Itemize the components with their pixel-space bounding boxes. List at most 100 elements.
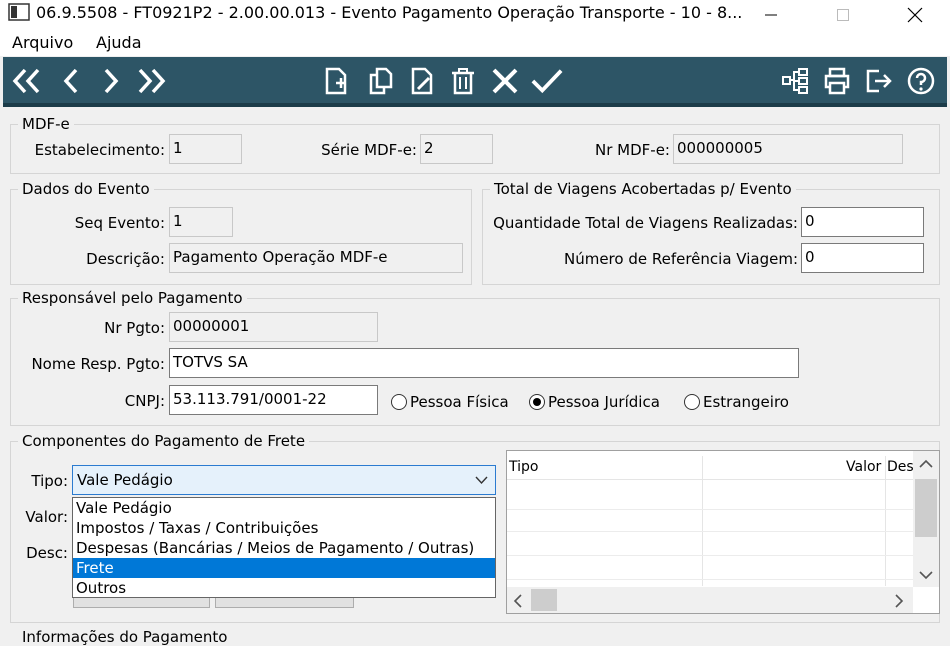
maximize-icon [837, 9, 849, 21]
chevron-left-icon [63, 68, 78, 94]
grid-row-line [507, 579, 913, 580]
minimize-icon [765, 14, 777, 16]
evento-legend: Dados do Evento [18, 180, 154, 198]
chevron-right-icon [104, 68, 119, 94]
exit-icon [866, 69, 892, 93]
next-record-button[interactable] [95, 65, 127, 97]
radio-estrangeiro[interactable]: Estrangeiro [684, 393, 789, 411]
serie-mdfe-label: Série MDF-e: [321, 141, 417, 159]
grid-horizontal-scrollbar[interactable] [507, 587, 913, 613]
grid-header-valor[interactable]: Valor [846, 459, 881, 475]
scroll-right-icon[interactable] [895, 594, 904, 608]
x-icon [492, 68, 518, 94]
nr-mdfe-field[interactable]: 000000005 [673, 134, 903, 164]
scroll-up-icon[interactable] [919, 459, 933, 468]
tipo-option[interactable]: Outros [73, 578, 495, 598]
tipo-label: Tipo: [31, 472, 68, 490]
componentes-legend: Componentes do Pagamento de Frete [18, 432, 310, 450]
radio-pessoa-fisica-label: Pessoa Física [410, 393, 509, 411]
grid-row-line [507, 509, 913, 510]
grid-row-line [507, 531, 913, 532]
tree-icon [782, 68, 808, 94]
window-title: 06.9.5508 - FT0921P2 - 2.00.00.013 - Eve… [36, 3, 743, 22]
qtd-viagens-input[interactable]: 0 [801, 207, 924, 237]
close-window-button[interactable] [892, 0, 938, 30]
horizontal-scroll-thumb[interactable] [531, 589, 557, 611]
cancel-button[interactable] [489, 65, 521, 97]
help-icon [907, 67, 935, 95]
new-record-button[interactable] [321, 65, 353, 97]
serie-mdfe-field[interactable]: 2 [420, 134, 493, 164]
help-button[interactable] [905, 65, 937, 97]
delete-record-button[interactable] [447, 65, 479, 97]
radio-circle [684, 394, 700, 410]
grid-col-divider [885, 456, 886, 586]
previous-record-button[interactable] [55, 65, 87, 97]
grid-row-line [507, 555, 913, 556]
vertical-scroll-thumb[interactable] [915, 479, 937, 537]
confirm-button[interactable] [531, 65, 563, 97]
last-record-button[interactable] [135, 65, 167, 97]
grid-header-tipo[interactable]: Tipo [509, 459, 538, 475]
qtd-viagens-label: Quantidade Total de Viagens Realizadas: [493, 214, 798, 232]
nr-mdfe-label: Nr MDF-e: [595, 141, 670, 159]
descricao-field[interactable]: Pagamento Operação MDF-e [169, 243, 463, 273]
ref-viagem-label: Número de Referência Viagem: [563, 250, 798, 268]
nome-resp-label: Nome Resp. Pgto: [31, 355, 165, 373]
tipo-option[interactable]: Frete [73, 558, 495, 578]
copy-record-button[interactable] [365, 65, 397, 97]
viagens-legend: Total de Viagens Acobertadas p/ Evento [490, 180, 796, 198]
menu-bar [0, 30, 950, 56]
check-icon [531, 69, 563, 94]
copy-icon [369, 67, 393, 95]
cnpj-label: CNPJ: [124, 392, 165, 410]
tipo-option[interactable]: Vale Pedágio [73, 498, 495, 518]
edit-document-icon [411, 67, 433, 95]
printer-icon [824, 67, 850, 95]
mdfe-legend: MDF-e [18, 115, 74, 133]
cnpj-input[interactable]: 53.113.791/0001-22 [169, 385, 378, 415]
hierarchy-button[interactable] [779, 65, 811, 97]
double-chevron-left-icon [12, 68, 40, 94]
print-button[interactable] [821, 65, 853, 97]
grid-header-desc[interactable]: Des [887, 459, 913, 475]
minimize-button[interactable] [748, 0, 794, 30]
valor-label: Valor: [25, 508, 68, 526]
descricao-label: Descrição: [86, 250, 165, 268]
ref-viagem-input[interactable]: 0 [801, 243, 924, 273]
double-chevron-right-icon [138, 68, 166, 94]
nome-resp-input[interactable]: TOTVS SA [169, 348, 799, 378]
radio-pessoa-fisica[interactable]: Pessoa Física [391, 393, 509, 411]
radio-circle [391, 394, 407, 410]
radio-pessoa-juridica[interactable]: Pessoa Jurídica [529, 393, 660, 411]
trash-icon [452, 68, 474, 95]
nr-pgto-field[interactable]: 00000001 [169, 312, 378, 342]
scroll-left-icon[interactable] [513, 594, 522, 608]
tipo-selected-value: Vale Pedágio [77, 471, 173, 489]
grid-col-divider [702, 456, 703, 586]
tipo-select[interactable]: Vale Pedágio [72, 465, 496, 495]
edit-record-button[interactable] [407, 65, 439, 97]
tipo-dropdown-list: Vale Pedágio Impostos / Taxas / Contribui… [72, 497, 496, 598]
nr-pgto-label: Nr Pgto: [104, 319, 165, 337]
chevron-down-icon [475, 476, 488, 485]
seq-evento-label: Seq Evento: [74, 214, 165, 232]
first-record-button[interactable] [11, 65, 43, 97]
maximize-button[interactable] [820, 0, 866, 30]
responsavel-legend: Responsável pelo Pagamento [18, 289, 247, 307]
radio-estrangeiro-label: Estrangeiro [703, 393, 789, 411]
componentes-grid: Tipo Valor Des [506, 450, 940, 614]
menu-ajuda[interactable]: Ajuda [96, 33, 142, 52]
close-icon [907, 7, 923, 23]
exit-button[interactable] [863, 65, 895, 97]
tipo-option[interactable]: Impostos / Taxas / Contribuições [73, 518, 495, 538]
scroll-down-icon[interactable] [919, 571, 933, 580]
radio-circle-checked [529, 394, 545, 410]
toolbar [3, 57, 947, 107]
radio-pessoa-juridica-label: Pessoa Jurídica [548, 393, 660, 411]
estabelecimento-field[interactable]: 1 [169, 134, 242, 164]
menu-arquivo[interactable]: Arquivo [12, 33, 73, 52]
tipo-option[interactable]: Despesas (Bancárias / Meios de Pagamento… [73, 538, 495, 558]
pagamento-info-legend: Informações do Pagamento [18, 628, 232, 646]
seq-evento-field[interactable]: 1 [169, 207, 233, 237]
